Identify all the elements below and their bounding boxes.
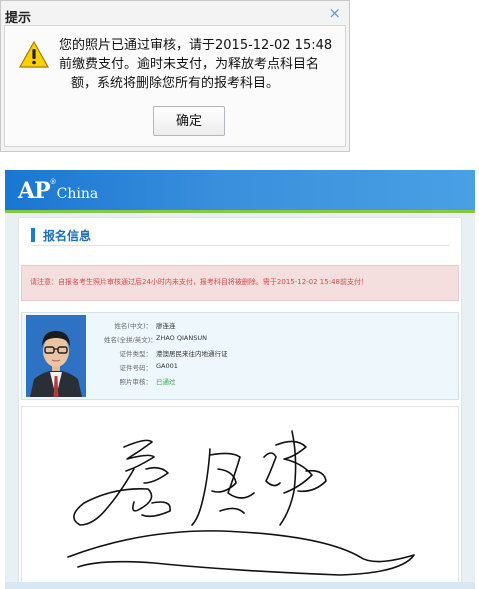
field-value-english-name: ZHAO QIANSUN <box>156 334 207 342</box>
dialog-message-line: 前缴费支付。逾时未支付，为释放考点科目名 <box>59 57 320 72</box>
logo: AP®China <box>18 178 98 204</box>
warning-icon <box>19 41 49 68</box>
dialog-message: 您的照片已通过审核，请于2015-12-02 15:48 前缴费支付。逾时未支付… <box>59 36 339 93</box>
applicant-photo <box>26 315 86 397</box>
logo-registered: ® <box>49 178 57 186</box>
profile-card: 姓名(中文)： 廖连连 姓名(全拼/英文)： ZHAO QIANSUN 证件类型… <box>21 312 459 400</box>
header-stripe <box>5 210 475 213</box>
main-content: 报名信息 请注意：自报名考生照片审核通过后24小时内未支付，报考科目将被删除。需… <box>18 217 462 589</box>
field-value-id-type: 港澳居民来往内地通行证 <box>156 350 228 358</box>
field-value-photo-review: 已通过 <box>156 378 176 386</box>
section-marker <box>31 228 35 242</box>
section-divider <box>31 245 449 246</box>
field-label-photo-review: 照片审核： <box>119 378 153 386</box>
dialog-message-line: 额，系统将删除您所有的报考科目。 <box>71 76 280 91</box>
ok-button[interactable]: 确定 <box>153 106 225 136</box>
page: AP®China 报名信息 请注意：自报名考生照片审核通过后24小时内未支付，报… <box>5 170 475 589</box>
logo-china: China <box>56 186 99 202</box>
signature-image <box>67 430 415 576</box>
header: AP®China <box>5 170 475 210</box>
dialog-message-line: 您的照片已通过审核，请于2015-12-02 15:48 <box>59 38 333 53</box>
field-value-id-number: GA001 <box>156 362 178 370</box>
field-value-chinese-name: 廖连连 <box>156 322 176 330</box>
section-title: 报名信息 <box>43 229 92 243</box>
field-label-id-number: 证件号码： <box>119 364 153 372</box>
signature-box <box>21 406 459 589</box>
field-label-chinese-name: 姓名(中文)： <box>114 322 152 330</box>
field-label-english-name: 姓名(全拼/英文)： <box>104 336 157 344</box>
bottom-strip <box>5 582 475 589</box>
dialog-body: 您的照片已通过审核，请于2015-12-02 15:48 前缴费支付。逾时未支付… <box>4 25 346 147</box>
close-icon[interactable]: × <box>328 4 341 22</box>
logo-ap: AP <box>18 178 51 204</box>
dialog-title: 提示 <box>5 11 32 26</box>
notice-text: 请注意：自报名考生照片审核通过后24小时内未支付，报考科目将被删除。需于2015… <box>30 278 368 286</box>
notice-banner: 请注意：自报名考生照片审核通过后24小时内未支付，报考科目将被删除。需于2015… <box>21 265 459 301</box>
field-label-id-type: 证件类型： <box>119 350 153 358</box>
alert-dialog: 提示 × 您的照片已通过审核，请于2015-12-02 15:48 前缴费支付。… <box>0 0 350 152</box>
